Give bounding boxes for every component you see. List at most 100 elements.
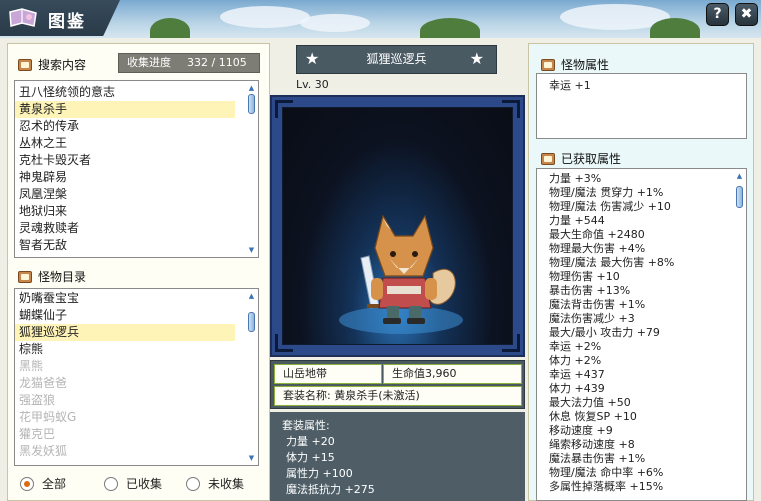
monster-info-box: 山岳地带 生命值3,960 套装名称: 黄泉杀手(未激活) — [270, 360, 525, 409]
scroll-icon — [18, 271, 32, 283]
acquired-attribute-line: 魔法伤害减少 +3 — [549, 312, 635, 325]
filter-option[interactable]: 已收集 — [104, 475, 162, 492]
title-bar: 图鉴 ? ✖ — [0, 0, 761, 38]
acquired-list-scrollbar[interactable]: ▲ — [735, 172, 744, 497]
help-button[interactable]: ? — [706, 3, 729, 26]
acquired-attribute-line: 休息 恢复SP +10 — [549, 410, 637, 423]
search-list-item[interactable]: 忍术的传承 — [15, 118, 235, 135]
monster-level: Lv. 30 — [296, 78, 329, 91]
filter-option[interactable]: 未收集 — [186, 475, 244, 492]
search-list-item[interactable]: 黄泉杀手 — [15, 101, 235, 118]
monster-attributes-title: 怪物属性 — [541, 56, 609, 73]
progress-value: 332 / 1105 — [187, 56, 247, 69]
star-icon: ★ — [305, 49, 320, 68]
filter-label: 未收集 — [208, 477, 245, 491]
monster-portrait-frame — [270, 95, 525, 357]
acquired-attributes-title: 已获取属性 — [541, 150, 621, 167]
scroll-icon — [18, 59, 32, 71]
collection-window: 图鉴 ? ✖ 搜索内容 收集进度 332 / 1105 丑八怪统领的意志 黄泉杀手忍… — [0, 0, 761, 501]
search-list-item[interactable]: 地狱归来 — [15, 203, 235, 220]
acquired-attribute-line: 物理/魔法 命中率 +6% — [549, 466, 664, 479]
acquired-attributes-list[interactable]: 力量 +3% 物理/魔法 贯穿力 +1% 物理/魔法 伤害减少 +10 力量 +544… — [536, 168, 747, 501]
scroll-up-icon[interactable]: ▲ — [247, 84, 256, 92]
catalog-list-item[interactable]: 棕熊 — [15, 341, 235, 358]
scroll-thumb[interactable] — [736, 186, 743, 208]
catalog-list-item[interactable]: 龙猫爸爸 — [15, 375, 235, 392]
set-attribute-line: 力量 +20 — [286, 435, 335, 448]
collection-book-icon — [9, 8, 37, 27]
scroll-up-icon[interactable]: ▲ — [735, 172, 744, 180]
search-list[interactable]: 丑八怪统领的意志 黄泉杀手 忍术的传承 丛林之王 克杜卡毁灭者 神鬼辟易 凤凰涅槃 地狱归来灵… — [14, 80, 259, 258]
catalog-list-item[interactable]: 獾克巴 — [15, 426, 235, 443]
catalog-section-title: 怪物目录 — [18, 268, 86, 285]
scroll-up-icon[interactable]: ▲ — [247, 292, 256, 300]
radio-button[interactable] — [104, 476, 118, 491]
cloud-decoration — [220, 6, 310, 28]
monster-catalog-list[interactable]: 奶嘴蚕宝宝 蝴蝶仙子 狐狸巡逻兵 棕熊 黑熊 龙猫爸爸 强盗狼 花甲蚂蚁G 獾克巴 黑发妖狐 ▲ … — [14, 288, 259, 466]
scroll-thumb[interactable] — [248, 94, 255, 114]
search-list-item[interactable]: 灵魂救赎者 — [15, 220, 235, 237]
catalog-list-item[interactable]: 狐狸巡逻兵 — [15, 324, 235, 341]
acquired-attribute-line: 绳索移动速度 +8 — [549, 438, 635, 451]
set-attributes-title: 套装属性: — [282, 419, 330, 432]
acquired-attribute-line: 力量 +3% — [549, 172, 602, 185]
monster-name-bar: ★ 狐狸巡逻兵 ★ — [296, 45, 497, 74]
set-attribute-line: 体力 +15 — [286, 451, 335, 464]
search-list-item[interactable]: 智者无敌 — [15, 237, 235, 254]
acquired-attribute-line: 力量 +544 — [549, 214, 605, 227]
monster-attributes-box: 幸运 +1 — [536, 73, 747, 139]
search-list-scrollbar[interactable]: ▲ ▼ — [247, 84, 256, 254]
radio-button[interactable] — [186, 476, 200, 491]
acquired-attribute-line: 移动速度 +9 — [549, 424, 613, 437]
tree-decoration — [420, 18, 480, 38]
catalog-list-item[interactable]: 花甲蚂蚁G — [15, 409, 235, 426]
close-button[interactable]: ✖ — [735, 3, 758, 26]
fox-patrol-soldier-sprite — [339, 214, 463, 334]
acquired-attribute-line: 物理最大伤害 +4% — [549, 242, 646, 255]
search-list-item[interactable]: 克杜卡毁灭者 — [15, 152, 235, 169]
catalog-list-item[interactable]: 蝴蝶仙子 — [15, 307, 235, 324]
catalog-list-item[interactable]: 黑熊 — [15, 358, 235, 375]
search-list-item[interactable]: 凤凰涅槃 — [15, 186, 235, 203]
collection-progress: 收集进度 332 / 1105 — [118, 53, 260, 73]
monster-region: 山岳地带 — [274, 364, 382, 384]
acquired-attribute-line: 最大/最小 攻击力 +79 — [549, 326, 660, 339]
search-list-item[interactable]: 丑八怪统领的意志 — [15, 84, 235, 101]
catalog-list-item[interactable]: 奶嘴蚕宝宝 — [15, 290, 235, 307]
acquired-attribute-line: 最大生命值 +2480 — [549, 228, 645, 241]
window-title: 图鉴 — [48, 12, 86, 32]
cloud-decoration — [300, 14, 370, 32]
monster-portrait — [282, 107, 513, 345]
acquired-attribute-line: 魔法背击伤害 +1% — [549, 298, 646, 311]
search-list-item[interactable]: 丛林之王 — [15, 135, 235, 152]
set-attribute-line: 属性力 +100 — [286, 467, 353, 480]
acquired-attribute-line: 物理/魔法 伤害减少 +10 — [549, 200, 671, 213]
tree-decoration — [650, 18, 700, 38]
search-section-title: 搜索内容 — [18, 56, 86, 73]
set-name: 套装名称: 黄泉杀手(未激活) — [274, 386, 522, 406]
monster-attribute-line: 幸运 +1 — [549, 79, 591, 92]
catalog-list-item[interactable]: 强盗狼 — [15, 392, 235, 409]
radio-button[interactable] — [20, 476, 34, 491]
monster-hp: 生命值3,960 — [383, 364, 522, 384]
scroll-down-icon[interactable]: ▼ — [247, 246, 256, 254]
acquired-attribute-line: 幸运 +437 — [549, 368, 605, 381]
set-attribute-line: 魔法抵抗力 +275 — [286, 483, 375, 496]
acquired-attribute-line: 物理伤害 +10 — [549, 270, 620, 283]
monster-name: 狐狸巡逻兵 — [366, 52, 427, 66]
acquired-attribute-line: 最大法力值 +50 — [549, 396, 631, 409]
catalog-list-item[interactable]: 黑发妖狐 — [15, 443, 235, 460]
star-icon: ★ — [469, 49, 484, 68]
acquired-attribute-line: 体力 +439 — [549, 382, 605, 395]
scroll-icon — [541, 59, 555, 71]
acquired-attribute-line: 暴击伤害 +13% — [549, 284, 631, 297]
acquired-attribute-line: 多属性掉落概率 +15% — [549, 480, 664, 493]
search-list-item[interactable]: 神鬼辟易 — [15, 169, 235, 186]
scroll-thumb[interactable] — [248, 312, 255, 332]
filter-label: 已收集 — [126, 477, 163, 491]
acquired-attribute-line: 体力 +2% — [549, 354, 602, 367]
filter-option[interactable]: 全部 — [20, 475, 66, 492]
scroll-down-icon[interactable]: ▼ — [247, 454, 256, 462]
catalog-list-scrollbar[interactable]: ▲ ▼ — [247, 292, 256, 462]
acquired-attribute-line: 物理/魔法 最大伤害 +8% — [549, 256, 675, 269]
